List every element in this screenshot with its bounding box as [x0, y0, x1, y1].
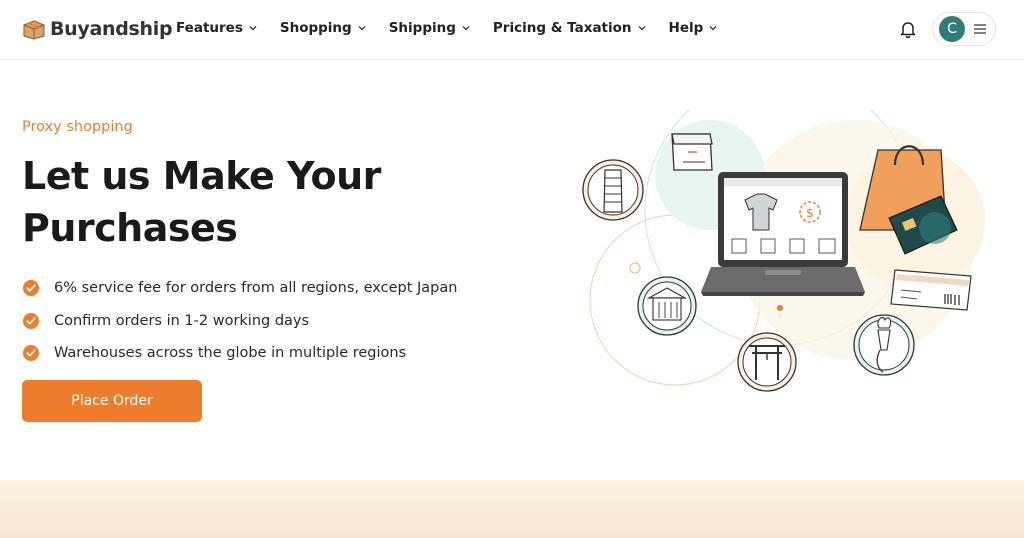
nav-help[interactable]: Help [669, 20, 719, 36]
chevron-down-icon [249, 26, 257, 31]
list-item: Confirm orders in 1-2 working days [22, 305, 457, 338]
torch-badge-icon [853, 314, 915, 376]
hero-title: Let us Make Your Purchases [22, 154, 381, 250]
laptop-icon: $ [701, 172, 865, 296]
shipping-label-icon [890, 269, 972, 311]
feature-text: 6% service fee for orders from all regio… [54, 280, 458, 297]
chevron-down-icon [358, 26, 366, 31]
place-order-button[interactable]: Place Order [22, 380, 202, 422]
check-circle-icon [23, 345, 39, 362]
feature-list: 6% service fee for orders from all regio… [22, 272, 457, 370]
nav-label: Shopping [279, 20, 352, 36]
nav-shopping[interactable]: Shopping [280, 20, 367, 36]
avatar: C [939, 16, 965, 42]
check-circle-icon [23, 280, 39, 297]
chevron-down-icon [638, 26, 645, 31]
nav-shipping[interactable]: Shipping [389, 20, 471, 36]
check-circle-icon [23, 312, 39, 329]
hamburger-menu-icon [974, 24, 986, 34]
chevron-down-icon [709, 26, 717, 31]
tower-badge-icon [582, 159, 644, 221]
nav-pricing-taxation[interactable]: Pricing & Taxation [493, 20, 647, 36]
nav-label: Shipping [388, 20, 456, 36]
box-logo-icon [23, 20, 45, 40]
brand-logo[interactable]: Buyandship [22, 16, 173, 42]
nav-features[interactable]: Features [176, 20, 258, 36]
nav-label: Pricing & Taxation [492, 20, 632, 36]
bell-icon[interactable] [898, 19, 918, 39]
brand-name: Buyandship [50, 18, 173, 40]
svg-text:$: $ [806, 206, 814, 220]
user-menu[interactable]: C [932, 12, 996, 46]
feature-text: Confirm orders in 1-2 working days [54, 312, 310, 329]
nav-label: Features [176, 20, 243, 36]
torii-badge-icon [737, 332, 797, 392]
list-item: 6% service fee for orders from all regio… [22, 272, 457, 305]
temple-badge-icon [637, 276, 697, 336]
nav-label: Help [668, 20, 704, 36]
package-icon [671, 133, 713, 171]
feature-text: Warehouses across the globe in multiple … [54, 345, 407, 362]
hero-illustration: $ [582, 110, 985, 392]
hero-eyebrow: Proxy shopping [22, 119, 133, 135]
chevron-down-icon [462, 26, 470, 31]
top-navigation-bar: Buyandship Features Shopping Shipping Pr… [0, 0, 1024, 60]
main-nav: Features Shopping Shipping Pricing & Tax… [176, 20, 718, 36]
list-item: Warehouses across the globe in multiple … [22, 337, 457, 370]
next-section-band [0, 480, 1024, 538]
